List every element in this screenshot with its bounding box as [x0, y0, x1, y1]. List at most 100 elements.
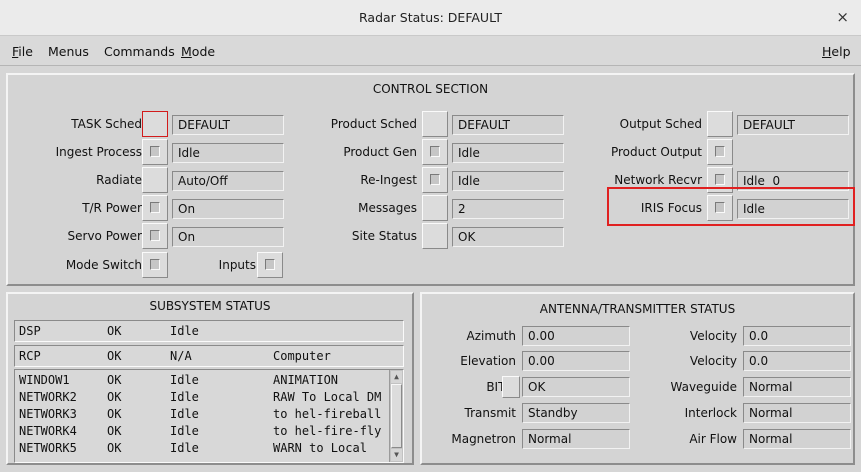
- re-ingest-value: Idle: [452, 171, 564, 191]
- scroll-thumb[interactable]: [391, 384, 402, 448]
- magnetron-label: Magnetron: [451, 432, 516, 446]
- bite-button[interactable]: [502, 376, 520, 398]
- transmit-value: Standby: [522, 403, 630, 423]
- mode-switch-label: Mode Switch: [65, 258, 142, 272]
- scroll-up-icon[interactable]: ▲: [391, 371, 402, 383]
- indicator-icon: [715, 146, 725, 157]
- elevation-label: Elevation: [460, 354, 516, 368]
- antenna-transmitter-panel: ANTENNA/TRANSMITTER STATUS Azimuth 0.00 …: [420, 292, 855, 465]
- messages-button[interactable]: [422, 195, 448, 221]
- menu-menus[interactable]: Menus: [48, 44, 89, 59]
- list-item-state: Idle: [170, 373, 199, 387]
- azimuth-value: 0.00: [522, 326, 630, 346]
- transmit-label: Transmit: [464, 406, 516, 420]
- indicator-icon: [150, 230, 160, 241]
- subsystem-status-panel: SUBSYSTEM STATUS DSP OK Idle RCP OK N/A …: [6, 292, 414, 465]
- product-gen-value: Idle: [452, 143, 564, 163]
- mode-switch-button[interactable]: [142, 252, 168, 278]
- subsystem-list[interactable]: WINDOW1 OK Idle ANIMATION NETWORK2 OK Id…: [14, 369, 404, 463]
- subsystem-status: OK: [107, 349, 122, 363]
- subsystem-state: Idle: [170, 324, 199, 338]
- radiate-button[interactable]: [142, 167, 168, 193]
- list-item-name: NETWORK5: [19, 441, 77, 455]
- list-item-name: NETWORK3: [19, 407, 77, 421]
- subsystem-status: OK: [107, 324, 122, 338]
- servo-power-value: On: [172, 227, 284, 247]
- table-row[interactable]: RCP OK N/A Computer: [14, 345, 404, 367]
- tr-power-value: On: [172, 199, 284, 219]
- indicator-icon: [150, 202, 160, 213]
- indicator-icon: [150, 259, 160, 270]
- list-item[interactable]: WINDOW1 OK Idle ANIMATION: [15, 373, 387, 389]
- indicator-icon: [430, 146, 440, 157]
- ingest-process-value: Idle: [172, 143, 284, 163]
- site-status-value: OK: [452, 227, 564, 247]
- ingest-process-label: Ingest Process: [55, 145, 142, 159]
- air-flow-label: Air Flow: [689, 432, 737, 446]
- menu-file[interactable]: File: [12, 44, 33, 59]
- list-item[interactable]: NETWORK3 OK Idle to hel-fireball: [15, 407, 387, 423]
- velocity-label: Velocity: [689, 329, 737, 343]
- inputs-button[interactable]: [257, 252, 283, 278]
- close-icon[interactable]: ×: [836, 8, 849, 26]
- list-item[interactable]: NETWORK4 OK Idle to hel-fire-fly: [15, 424, 387, 440]
- list-item-status: OK: [107, 373, 122, 387]
- list-scrollbar[interactable]: ▲ ▼: [389, 370, 403, 462]
- list-item-info: ANIMATION: [273, 373, 339, 387]
- list-item-info: to hel-fire-fly: [273, 424, 382, 438]
- subsystem-info: Computer: [273, 349, 331, 363]
- product-sched-value: DEFAULT: [452, 115, 564, 135]
- subsystem-status-title: SUBSYSTEM STATUS: [149, 299, 271, 313]
- menu-help[interactable]: Help: [822, 44, 851, 59]
- indicator-icon: [715, 174, 725, 185]
- list-item[interactable]: NETWORK2 OK Idle RAW To Local DM: [15, 390, 387, 406]
- list-item-info: WARN to Local: [273, 441, 367, 455]
- elevation-value: 0.00: [522, 351, 630, 371]
- window-title: Radar Status: DEFAULT: [359, 10, 502, 25]
- messages-value: 2: [452, 199, 564, 219]
- menu-mode[interactable]: Mode: [181, 44, 215, 59]
- tr-power-button[interactable]: [142, 195, 168, 221]
- servo-power-button[interactable]: [142, 223, 168, 249]
- list-item-name: NETWORK4: [19, 424, 77, 438]
- indicator-icon: [430, 174, 440, 185]
- output-sched-button[interactable]: [707, 111, 733, 137]
- radiate-label: Radiate: [96, 173, 142, 187]
- list-item-name: WINDOW1: [19, 373, 70, 387]
- site-status-button[interactable]: [422, 223, 448, 249]
- re-ingest-label: Re-Ingest: [360, 173, 417, 187]
- menu-commands[interactable]: Commands: [104, 44, 175, 59]
- indicator-icon: [150, 146, 160, 157]
- list-item-info: to hel-fireball: [273, 407, 382, 421]
- control-section-title: CONTROL SECTION: [372, 82, 489, 96]
- subsystem-state: N/A: [170, 349, 192, 363]
- list-item-status: OK: [107, 424, 122, 438]
- product-output-button[interactable]: [707, 139, 733, 165]
- table-row[interactable]: DSP OK Idle: [14, 320, 404, 342]
- product-sched-button[interactable]: [422, 111, 448, 137]
- interlock-label: Interlock: [684, 406, 737, 420]
- velocity-value: 0.0: [743, 326, 851, 346]
- list-item-status: OK: [107, 407, 122, 421]
- list-item-state: Idle: [170, 390, 199, 404]
- velocity-value: 0.0: [743, 351, 851, 371]
- output-sched-value: DEFAULT: [737, 115, 849, 135]
- scroll-down-icon[interactable]: ▼: [391, 449, 402, 461]
- inputs-label: Inputs: [218, 258, 256, 272]
- ingest-process-button[interactable]: [142, 139, 168, 165]
- list-item[interactable]: NETWORK5 OK Idle WARN to Local: [15, 441, 387, 457]
- task-sched-button[interactable]: [142, 111, 168, 137]
- list-item-status: OK: [107, 441, 122, 455]
- product-gen-button[interactable]: [422, 139, 448, 165]
- waveguide-label: Waveguide: [670, 380, 738, 394]
- list-item-status: OK: [107, 390, 122, 404]
- air-flow-value: Normal: [743, 429, 851, 449]
- azimuth-label: Azimuth: [466, 329, 516, 343]
- task-sched-label: TASK Sched: [71, 117, 142, 131]
- control-section: CONTROL SECTION TASK Sched DEFAULT Inges…: [6, 73, 855, 286]
- product-sched-label: Product Sched: [330, 117, 417, 131]
- title-bar: Radar Status: DEFAULT ×: [0, 0, 861, 36]
- re-ingest-button[interactable]: [422, 167, 448, 193]
- subsystem-name: DSP: [19, 324, 41, 338]
- waveguide-value: Normal: [743, 377, 851, 397]
